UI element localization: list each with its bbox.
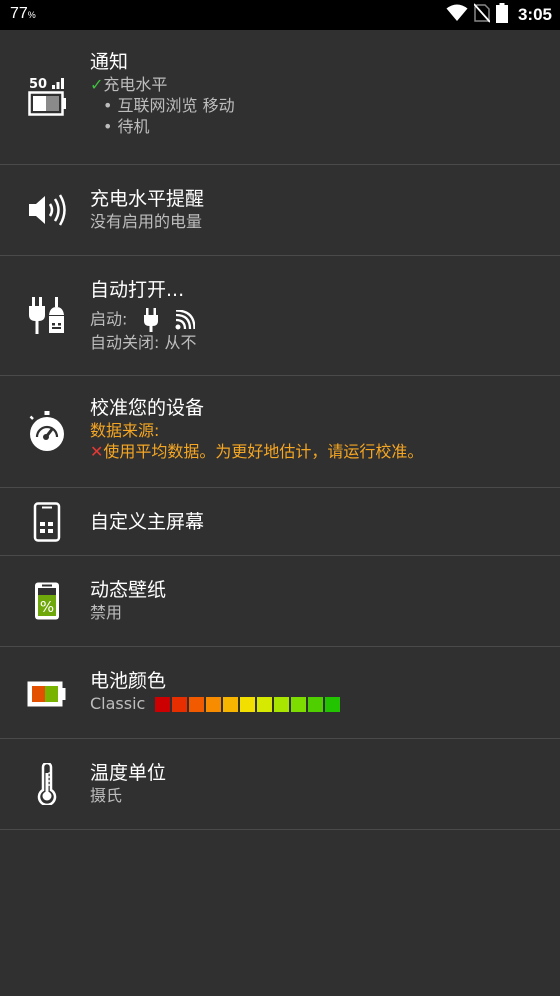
charge-alert-text: 充电水平提醒 没有启用的电量 bbox=[90, 187, 550, 232]
color-swatch bbox=[308, 697, 324, 712]
color-swatch bbox=[206, 697, 222, 712]
color-swatch bbox=[189, 697, 205, 712]
setting-battery-color[interactable]: 电池颜色 Classic bbox=[0, 647, 560, 739]
status-time: 3:05 bbox=[517, 5, 552, 24]
calibrate-text: 校准您的设备 数据来源: ✕使用平均数据。为更好地估计，请运行校准。 bbox=[90, 396, 550, 462]
check-icon: ✓ bbox=[90, 75, 104, 94]
color-battery-icon bbox=[24, 671, 70, 717]
stopwatch-icon bbox=[24, 408, 70, 454]
setting-home-screen[interactable]: 自定义主屏幕 bbox=[0, 488, 560, 556]
charge-alert-title: 充电水平提醒 bbox=[90, 188, 205, 210]
wifi-icon bbox=[446, 4, 468, 26]
wireless-charging-icon bbox=[175, 310, 196, 330]
notification-bullet-2: • 待机 bbox=[103, 117, 150, 136]
color-swatch bbox=[274, 697, 290, 712]
home-screen-title: 自定义主屏幕 bbox=[90, 511, 205, 533]
live-wallpaper-title: 动态壁纸 bbox=[90, 579, 167, 601]
setting-notification[interactable]: 50 通知 ✓充电水平 • 互联网浏览 移动 • 待机 bbox=[0, 30, 560, 165]
battery-color-text: 电池颜色 Classic bbox=[90, 669, 550, 714]
notification-text: 通知 ✓充电水平 • 互联网浏览 移动 • 待机 bbox=[90, 50, 550, 137]
plug-icon bbox=[144, 308, 159, 332]
setting-live-wallpaper[interactable]: % 动态壁纸 禁用 bbox=[0, 556, 560, 647]
auto-on-title: 自动打开... bbox=[90, 279, 185, 301]
cross-icon: ✕ bbox=[90, 442, 104, 461]
battery-color-subtitle: Classic bbox=[90, 693, 550, 714]
color-swatch bbox=[325, 697, 341, 712]
temperature-title: 温度单位 bbox=[90, 762, 167, 784]
color-swatch bbox=[291, 697, 307, 712]
live-wallpaper-subtitle: 禁用 bbox=[90, 603, 123, 622]
color-swatch bbox=[257, 697, 273, 712]
settings-list: 50 通知 ✓充电水平 • 互联网浏览 移动 • 待机 充电水平提醒 没有启用的… bbox=[0, 30, 560, 830]
calibrate-title: 校准您的设备 bbox=[90, 397, 205, 419]
auto-on-text: 自动打开... 启动: 自动关闭: 从不 bbox=[90, 278, 550, 353]
setting-charge-alert[interactable]: 充电水平提醒 没有启用的电量 bbox=[0, 165, 560, 256]
color-swatch bbox=[240, 697, 256, 712]
phone-widget-icon bbox=[24, 499, 70, 545]
charge-alert-subtitle: 没有启用的电量 bbox=[90, 212, 203, 231]
svg-text:%: % bbox=[40, 598, 54, 616]
setting-auto-on[interactable]: 自动打开... 启动: 自动关闭: 从不 bbox=[0, 256, 560, 376]
battery-level-icon: 50 bbox=[24, 74, 70, 120]
no-sim-icon bbox=[473, 3, 491, 27]
color-swatch bbox=[172, 697, 188, 712]
battery-icon bbox=[495, 3, 508, 27]
battery-color-title: 电池颜色 bbox=[90, 670, 167, 692]
auto-on-start: 启动: bbox=[90, 308, 550, 332]
color-swatches bbox=[155, 697, 341, 712]
status-icons: 3:05 bbox=[446, 3, 552, 27]
notification-bullet-1: • 互联网浏览 移动 bbox=[103, 96, 235, 115]
temperature-subtitle: 摄氏 bbox=[90, 786, 123, 805]
notification-title: 通知 bbox=[90, 51, 129, 73]
color-swatch bbox=[155, 697, 171, 712]
plugs-icon bbox=[24, 294, 72, 340]
home-screen-text: 自定义主屏幕 bbox=[90, 510, 550, 534]
phone-percent-icon: % bbox=[24, 578, 70, 624]
svg-text:50: 50 bbox=[29, 77, 47, 92]
calibrate-warning: ✕使用平均数据。为更好地估计，请运行校准。 bbox=[90, 442, 424, 461]
calibrate-source: 数据来源: bbox=[90, 421, 160, 440]
setting-calibrate[interactable]: 校准您的设备 数据来源: ✕使用平均数据。为更好地估计，请运行校准。 bbox=[0, 376, 560, 488]
color-swatch bbox=[223, 697, 239, 712]
notification-line: ✓充电水平 bbox=[90, 75, 168, 94]
status-battery-percent: 77% bbox=[10, 5, 36, 22]
status-bar: 77% 3:05 bbox=[0, 0, 560, 30]
speaker-icon bbox=[24, 187, 70, 233]
temperature-text: 温度单位 摄氏 bbox=[90, 761, 550, 806]
thermometer-icon bbox=[24, 761, 70, 807]
setting-temperature[interactable]: 温度单位 摄氏 bbox=[0, 739, 560, 830]
live-wallpaper-text: 动态壁纸 禁用 bbox=[90, 578, 550, 623]
auto-on-off: 自动关闭: 从不 bbox=[90, 333, 197, 352]
